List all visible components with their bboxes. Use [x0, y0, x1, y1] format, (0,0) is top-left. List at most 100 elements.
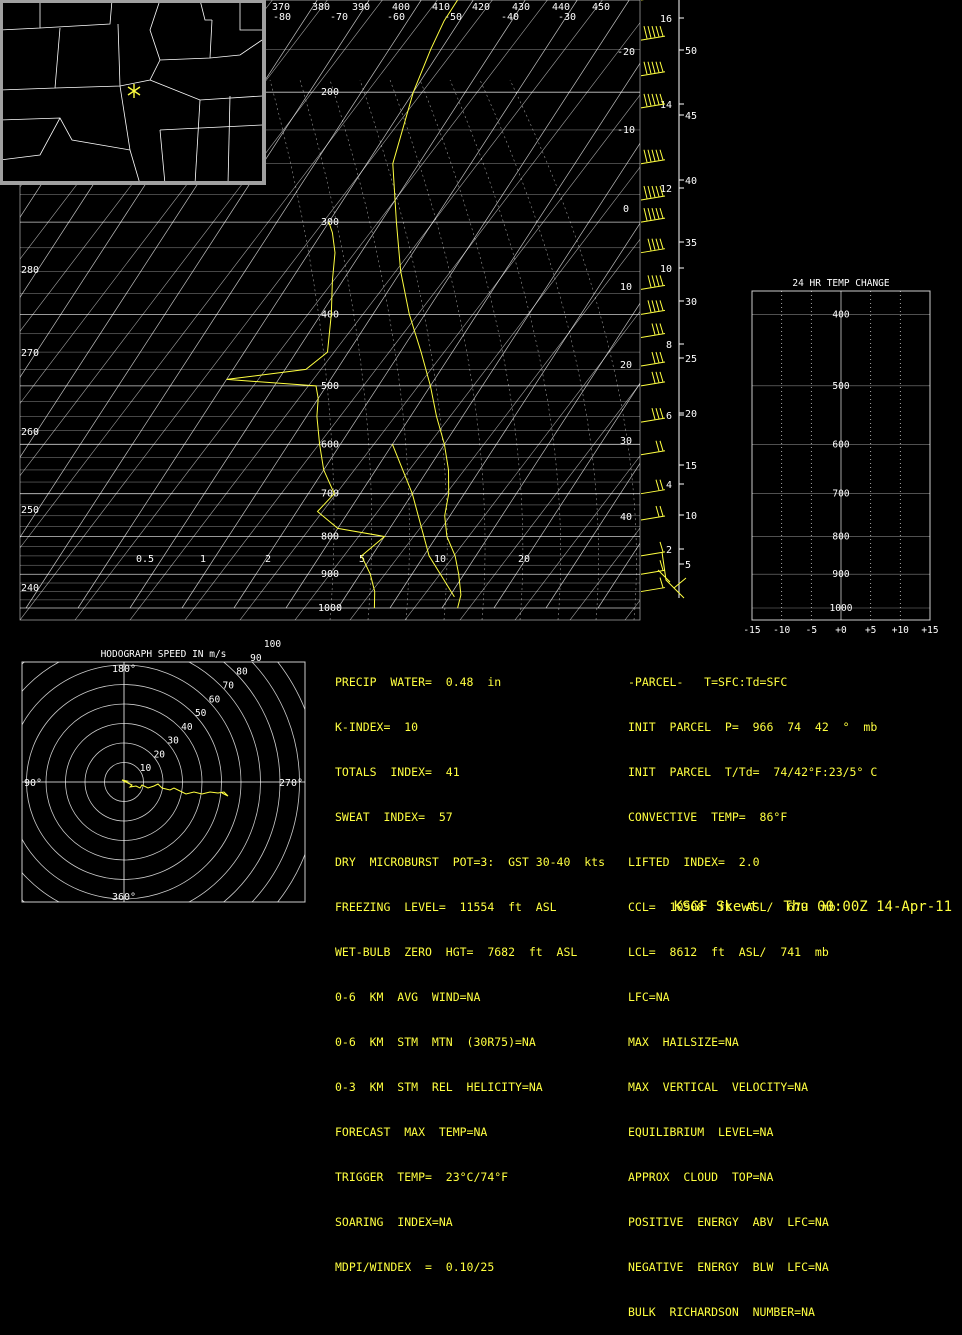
wind-barb-flag: [647, 93, 652, 106]
mixing-ratio-label: 10: [434, 554, 446, 565]
wind-barb-staff: [640, 381, 666, 387]
temp-change-tick: +5: [865, 625, 876, 636]
temp-change-tick: -15: [743, 625, 760, 636]
wind-barb-flag: [655, 185, 660, 197]
pressure-label: 200: [321, 87, 339, 98]
wind-barb-staff: [640, 159, 666, 165]
temp-change-tick: +0: [835, 625, 847, 636]
isotherm-label: -80: [273, 12, 291, 23]
wind-barb-staff: [640, 417, 666, 423]
hodograph-dir-label: 360°: [112, 892, 136, 903]
wind-barb-flag: [651, 275, 656, 287]
wind-barb-flag: [651, 61, 656, 74]
height-kft-label: 40: [685, 176, 697, 187]
wind-barb-staff: [640, 515, 666, 521]
pressure-label: 1000: [318, 603, 342, 614]
isotherm-label: 40: [620, 512, 632, 523]
wind-barb-flag: [651, 323, 656, 335]
hodograph-ring-label: 60: [209, 694, 221, 705]
wind-barb-flag: [659, 440, 664, 451]
stat-parcel-header: -PARCEL- T=SFC:Td=SFC: [628, 675, 788, 689]
dry-adiabat-line: [404, 311, 640, 620]
dry-adiabat-line: [790, 0, 962, 620]
wind-barb-flag: [647, 185, 652, 198]
height-km-label: 4: [666, 480, 672, 491]
stat-precip-water: PRECIP WATER= 0.48 in: [335, 675, 502, 689]
wind-barb-flag: [659, 25, 664, 37]
height-kft-label: 5: [685, 560, 691, 571]
wind-barb: [640, 208, 666, 223]
stats-right-panel: -PARCEL- T=SFC:Td=SFC INIT PARCEL P= 966…: [628, 645, 877, 1335]
wind-barb-flag: [647, 25, 652, 39]
wind-barb: [640, 300, 666, 315]
wind-barb-flag: [655, 351, 660, 363]
wind-barb: [640, 371, 666, 387]
wind-barb: [640, 275, 666, 290]
hodograph-ring-label: 70: [223, 680, 235, 691]
hodograph-ring-label: 20: [154, 749, 166, 760]
wind-barb-flag: [655, 371, 660, 383]
height-km-label: 14: [660, 100, 672, 111]
temp-change-level-label: 500: [832, 381, 849, 392]
isotherm-line: [545, 462, 640, 609]
temp-change-title: 24 HR TEMP CHANGE: [792, 278, 890, 289]
height-km-label: 2: [666, 545, 672, 556]
wind-barb: [640, 351, 666, 367]
moist-adiabat-line: [509, 79, 637, 620]
temp-change-level-label: 1000: [830, 603, 853, 614]
wind-barb: [640, 440, 666, 456]
temp-change-tick: -5: [806, 625, 817, 636]
stat-freezing-level: FREEZING LEVEL= 11554 ft ASL: [335, 900, 557, 914]
wind-barb: [640, 541, 666, 557]
height-kft-label: 30: [685, 297, 697, 308]
wind-barb-flag: [651, 185, 656, 198]
wind-barb-flag: [647, 61, 652, 74]
height-km-label: 16: [660, 14, 672, 25]
temp-change-level-label: 400: [832, 309, 849, 320]
wind-barb: [640, 61, 666, 77]
pressure-label: 500: [321, 381, 339, 392]
stat-avg-wind: 0-6 KM AVG WIND=NA: [335, 990, 481, 1004]
stat-dry-microburst: DRY MICROBURST POT=3: GST 30-40 kts: [335, 855, 606, 869]
temp-change-chart: 24 HR TEMP CHANGE -15 -10 -5 +0 +5 +10 +15 400 50…: [743, 278, 938, 636]
hodograph-title: HODOGRAPH SPEED IN m/s: [101, 649, 227, 660]
wind-barb-flag: [655, 208, 660, 219]
stat-lifted-index: LIFTED INDEX= 2.0: [628, 855, 760, 869]
isotherm-label: -40: [501, 12, 519, 23]
stat-init-parcel-t: INIT PARCEL T/Td= 74/42°F:23/5° C: [628, 765, 878, 779]
pressure-label: 900: [321, 569, 339, 580]
wind-barb: [640, 560, 666, 575]
dry-adiabat-line: [680, 0, 962, 620]
adiabat-label: 410: [432, 2, 450, 13]
stat-convective-temp: CONVECTIVE TEMP= 86°F: [628, 810, 788, 824]
hodograph-ring-label: 90: [250, 653, 262, 664]
wind-barb-staff: [640, 587, 666, 593]
wind-barb-flag: [643, 208, 648, 221]
stat-max-hailsize: MAX HAILSIZE=NA: [628, 1035, 739, 1049]
adiabat-label: 390: [352, 2, 370, 13]
stat-storm-motion: 0-6 KM STM MTN (30R75)=NA: [335, 1035, 536, 1049]
height-kft-label: 35: [685, 238, 697, 249]
dry-adiabat-line: [349, 238, 640, 620]
stat-equilibrium-level: EQUILIBRIUM LEVEL=NA: [628, 1125, 774, 1139]
temp-change-level-label: 800: [832, 531, 849, 542]
temp-change-tick: +10: [892, 625, 909, 636]
stat-mdpi-windex: MDPI/WINDEX = 0.10/25: [335, 1260, 495, 1274]
isotherm-label: 0: [623, 204, 629, 215]
isotherm-label: -30: [558, 12, 576, 23]
stat-positive-energy: POSITIVE ENERGY ABV LFC=NA: [628, 1215, 829, 1229]
dewpoint-trace: [226, 221, 386, 609]
isotherm-label: -10: [617, 125, 635, 136]
temp-change-level-label: 600: [832, 439, 849, 450]
wind-barb-flag: [659, 371, 664, 382]
wind-barb-staff: [640, 450, 666, 456]
adiabat-label: 450: [592, 2, 610, 13]
wind-barb-flag: [643, 25, 648, 39]
wind-barb-staff: [640, 333, 666, 339]
adiabat-label: 430: [512, 2, 530, 13]
hodograph-ring-label: 40: [181, 722, 193, 733]
wind-barb-flag: [647, 275, 652, 288]
wind-barb-flag: [659, 149, 664, 160]
wind-barb-flag: [655, 275, 660, 287]
wind-barb-staff: [640, 35, 666, 41]
